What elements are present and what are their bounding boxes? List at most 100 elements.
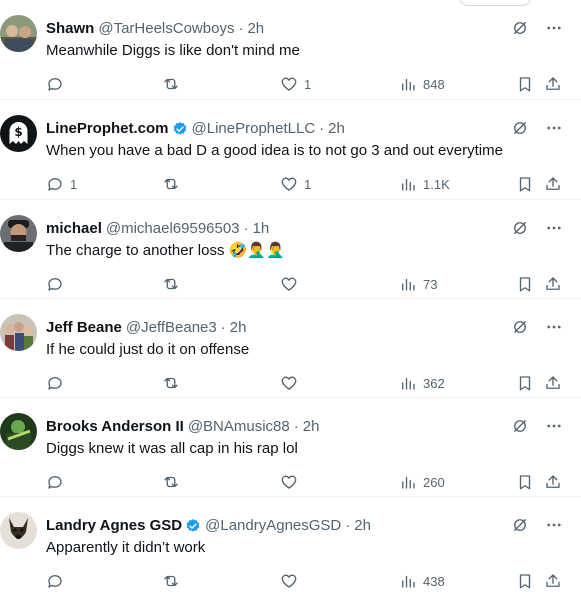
user-handle[interactable]: @LineProphetLLC [192, 119, 316, 139]
views-icon [399, 175, 417, 193]
timestamp[interactable]: 2h [328, 119, 345, 139]
tweet-header: michael @michael69596503 · 1h [46, 219, 269, 239]
tweet-header: Brooks Anderson II @BNAmusic88 · 2h [46, 417, 319, 437]
views-button[interactable]: 260 [399, 472, 445, 492]
share-button[interactable] [544, 571, 562, 591]
reply-button[interactable] [46, 472, 70, 492]
display-name[interactable]: Shawn [46, 19, 94, 39]
avatar[interactable]: $ [0, 115, 37, 152]
heart-icon [280, 275, 298, 293]
reply-button[interactable] [46, 274, 70, 294]
bookmark-icon [516, 275, 534, 293]
tweet-1[interactable]: $ LineProphet.com @LineProphetLLC · 2h W… [0, 100, 581, 200]
grok-icon[interactable] [511, 219, 529, 237]
avatar[interactable] [0, 215, 37, 252]
display-name[interactable]: LineProphet.com [46, 119, 169, 139]
grok-icon[interactable] [511, 318, 529, 336]
avatar[interactable] [0, 413, 37, 450]
retweet-icon [162, 75, 180, 93]
user-handle[interactable]: @LandryAgnesGSD [205, 516, 341, 536]
retweet-button[interactable] [162, 571, 186, 591]
reply-icon [46, 75, 64, 93]
reply-count: 1 [70, 176, 78, 192]
tweet-text: If he could just do it on offense [46, 341, 250, 358]
tweet-5[interactable]: Landry Agnes GSD @LandryAgnesGSD · 2h Ap… [0, 497, 581, 592]
bookmark-button[interactable] [516, 373, 534, 393]
tweet-top-actions [511, 417, 563, 435]
tweet-2[interactable]: michael @michael69596503 · 1h The charge… [0, 200, 581, 299]
views-button[interactable]: 1.1K [399, 174, 450, 194]
more-icon[interactable] [545, 219, 563, 237]
more-icon[interactable] [545, 19, 563, 37]
more-icon[interactable] [545, 119, 563, 137]
avatar[interactable] [0, 15, 37, 52]
retweet-button[interactable] [162, 274, 186, 294]
user-handle[interactable]: @JeffBeane3 [126, 318, 217, 338]
avatar[interactable] [0, 512, 37, 549]
retweet-icon [162, 275, 180, 293]
tweet-header: Landry Agnes GSD @LandryAgnesGSD · 2h [46, 516, 371, 536]
user-handle[interactable]: @TarHeelsCowboys [98, 19, 234, 39]
views-button[interactable]: 848 [399, 74, 445, 94]
reply-button[interactable] [46, 571, 70, 591]
grok-icon[interactable] [511, 516, 529, 534]
share-button[interactable] [544, 472, 562, 492]
reply-button[interactable]: 1 [46, 174, 77, 194]
tweet-actions: 438 [46, 571, 561, 591]
views-count: 1.1K [423, 176, 450, 192]
retweet-button[interactable] [162, 373, 186, 393]
views-button[interactable]: 73 [399, 274, 437, 294]
tweet-0[interactable]: Shawn @TarHeelsCowboys · 2h Meanwhile Di… [0, 0, 581, 100]
views-button[interactable]: 362 [399, 373, 445, 393]
like-button[interactable] [280, 274, 304, 294]
timestamp[interactable]: 2h [354, 516, 371, 536]
like-button[interactable]: 1 [280, 174, 311, 194]
timestamp[interactable]: 2h [230, 318, 247, 338]
avatar[interactable] [0, 314, 37, 351]
share-button[interactable] [544, 373, 562, 393]
like-button[interactable]: 1 [280, 74, 311, 94]
more-icon[interactable] [545, 516, 563, 534]
tweet-text: Apparently it didn’t work [46, 539, 206, 556]
timestamp[interactable]: 2h [247, 19, 264, 39]
bookmark-button[interactable] [516, 74, 534, 94]
share-button[interactable] [544, 74, 562, 94]
separator-dot: · [220, 319, 226, 336]
bookmark-button[interactable] [516, 472, 534, 492]
reply-button[interactable] [46, 373, 70, 393]
tweet-3[interactable]: Jeff Beane @JeffBeane3 · 2h If he could … [0, 299, 581, 398]
display-name[interactable]: Jeff Beane [46, 318, 122, 338]
bookmark-button[interactable] [516, 274, 534, 294]
tweet-4[interactable]: Brooks Anderson II @BNAmusic88 · 2h Digg… [0, 398, 581, 497]
more-icon[interactable] [545, 417, 563, 435]
views-button[interactable]: 438 [399, 571, 445, 591]
bookmark-button[interactable] [516, 571, 534, 591]
bookmark-button[interactable] [516, 174, 534, 194]
like-button[interactable] [280, 472, 304, 492]
timestamp[interactable]: 2h [303, 417, 320, 437]
tweet-top-actions [511, 19, 563, 37]
display-name[interactable]: Brooks Anderson II [46, 417, 184, 437]
retweet-button[interactable] [162, 174, 186, 194]
retweet-button[interactable] [162, 74, 186, 94]
user-handle[interactable]: @BNAmusic88 [188, 417, 290, 437]
views-icon [399, 572, 417, 590]
like-button[interactable] [280, 571, 304, 591]
grok-icon[interactable] [511, 19, 529, 37]
tweet-text: Diggs knew it was all cap in his rap lol [46, 440, 298, 457]
timestamp[interactable]: 1h [253, 219, 270, 239]
share-button[interactable] [544, 174, 562, 194]
more-icon[interactable] [545, 318, 563, 336]
like-button[interactable] [280, 373, 304, 393]
retweet-button[interactable] [162, 472, 186, 492]
display-name[interactable]: michael [46, 219, 102, 239]
tweet-actions: 1 848 [46, 74, 561, 94]
reply-button[interactable] [46, 74, 70, 94]
display-name[interactable]: Landry Agnes GSD [46, 516, 182, 536]
share-button[interactable] [544, 274, 562, 294]
share-icon [544, 473, 562, 491]
grok-icon[interactable] [511, 119, 529, 137]
tweet-header: Jeff Beane @JeffBeane3 · 2h [46, 318, 246, 338]
user-handle[interactable]: @michael69596503 [106, 219, 240, 239]
grok-icon[interactable] [511, 417, 529, 435]
